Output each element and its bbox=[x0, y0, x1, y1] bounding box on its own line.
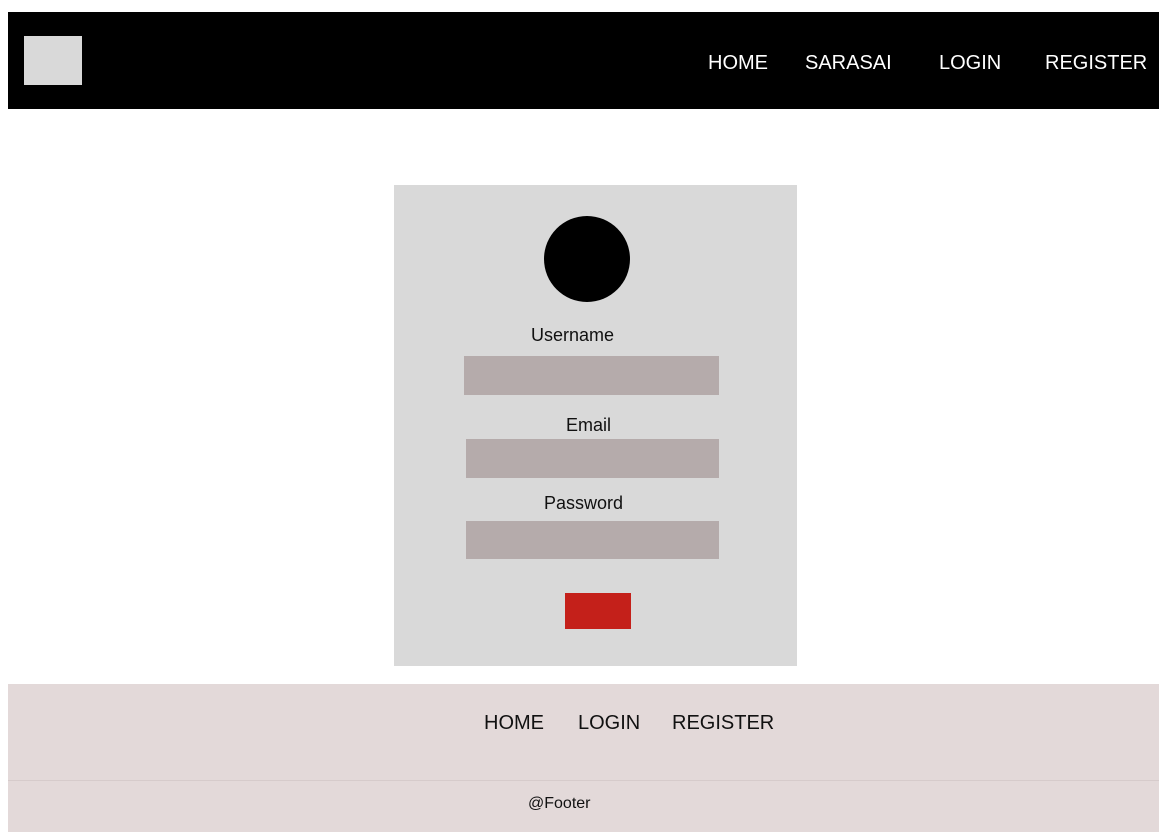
email-label: Email bbox=[566, 415, 612, 435]
nav-sarasai-link[interactable]: SARASAI bbox=[805, 51, 892, 75]
footer-home-link[interactable]: HOME bbox=[484, 711, 544, 735]
username-input[interactable] bbox=[464, 356, 719, 395]
password-label: Password bbox=[544, 493, 624, 513]
submit-button[interactable] bbox=[565, 593, 631, 629]
username-label: Username bbox=[531, 325, 615, 345]
footer-register-link[interactable]: REGISTER bbox=[672, 711, 774, 735]
email-input[interactable] bbox=[466, 439, 719, 478]
footer: HOME LOGIN REGISTER @Footer bbox=[8, 684, 1159, 832]
nav-login-link[interactable]: LOGIN bbox=[939, 51, 1001, 75]
footer-login-link[interactable]: LOGIN bbox=[578, 711, 640, 735]
nav-register-link[interactable]: REGISTER bbox=[1045, 51, 1147, 75]
login-card: Username Email Password bbox=[394, 185, 797, 666]
footer-copyright: @Footer bbox=[528, 795, 591, 812]
top-navbar: HOME SARASAI LOGIN REGISTER bbox=[8, 12, 1159, 109]
nav-home-link[interactable]: HOME bbox=[708, 51, 768, 75]
logo-placeholder[interactable] bbox=[24, 36, 82, 85]
avatar bbox=[544, 216, 630, 302]
footer-divider bbox=[8, 780, 1159, 781]
password-input[interactable] bbox=[466, 521, 719, 559]
page: HOME SARASAI LOGIN REGISTER Username Ema… bbox=[0, 0, 1159, 832]
